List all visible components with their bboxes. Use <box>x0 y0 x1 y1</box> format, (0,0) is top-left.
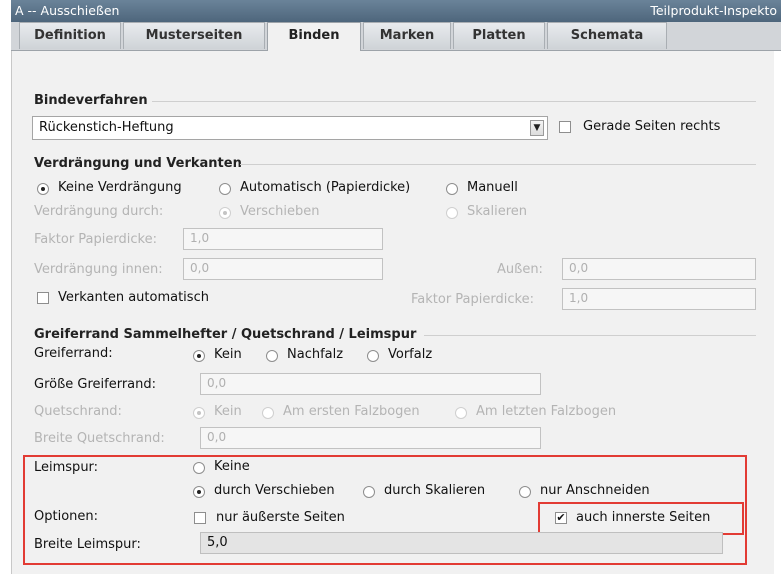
radio-nachfalz[interactable] <box>266 350 278 362</box>
radio-verschieben[interactable] <box>219 207 231 219</box>
greiferrand-label: Greiferrand: <box>34 346 113 361</box>
dropdown-arrow-icon[interactable]: ▼ <box>530 120 544 136</box>
leimspur-label: Leimspur: <box>34 460 99 475</box>
auch-innerste-seiten-checkbox[interactable]: ✔ <box>555 512 567 524</box>
radio-durch-verschieben[interactable] <box>193 486 205 498</box>
group-divider <box>240 164 756 165</box>
radio-leimspur-keine[interactable] <box>193 462 205 474</box>
radio-label: durch Skalieren <box>384 483 486 498</box>
verdraengung-innen-label: Verdrängung innen: <box>34 262 163 277</box>
radio-skalieren[interactable] <box>446 207 458 219</box>
tab-bar: Definition Musterseiten Binden Marken Pl… <box>11 22 781 51</box>
window-title-bar[interactable]: A -- Ausschießen Teilprodukt-Inspekto <box>11 0 781 22</box>
radio-label: Am letzten Falzbogen <box>476 404 617 419</box>
tab-binden[interactable]: Binden <box>267 22 361 51</box>
radio-label: Am ersten Falzbogen <box>283 404 420 419</box>
tab-musterseiten[interactable]: Musterseiten <box>123 22 265 49</box>
bindeverfahren-dropdown[interactable]: Rückenstich-Heftung ▼ <box>32 116 548 140</box>
radio-am-letzten-falzbogen[interactable] <box>455 407 467 419</box>
groesse-greiferrand-label: Größe Greiferrand: <box>34 377 157 392</box>
faktor-papierdicke-2-label: Faktor Papierdicke: <box>411 292 534 307</box>
radio-greiferrand-kein[interactable] <box>193 350 205 362</box>
optionen-label: Optionen: <box>34 509 99 524</box>
radio-label: Skalieren <box>467 204 528 219</box>
radio-automatisch[interactable] <box>219 183 231 195</box>
radio-label: Manuell <box>467 180 518 195</box>
radio-label: durch Verschieben <box>214 483 335 498</box>
radio-quetschrand-kein[interactable] <box>193 407 205 419</box>
tab-marken[interactable]: Marken <box>363 22 451 49</box>
groesse-greiferrand-input[interactable]: 0,0 <box>200 373 541 395</box>
faktor-papierdicke-input[interactable]: 1,0 <box>183 228 383 250</box>
radio-nur-anschneiden[interactable] <box>519 486 531 498</box>
tab-platten[interactable]: Platten <box>453 22 545 49</box>
radio-vorfalz[interactable] <box>367 350 379 362</box>
group-divider <box>424 335 756 336</box>
group-divider <box>152 101 756 102</box>
breite-leimspur-label: Breite Leimspur: <box>34 537 141 552</box>
verdraengung-durch-label: Verdrängung durch: <box>34 204 164 219</box>
radio-label: Kein <box>214 404 242 419</box>
radio-label: nur Anschneiden <box>540 483 650 498</box>
even-pages-right-checkbox[interactable] <box>559 121 571 133</box>
window-title: A -- Ausschießen <box>15 3 120 18</box>
radio-manuell[interactable] <box>446 183 458 195</box>
radio-label: Vorfalz <box>388 347 433 362</box>
breite-quetschrand-input[interactable]: 0,0 <box>200 427 541 449</box>
tab-schemata[interactable]: Schemata <box>547 22 667 49</box>
radio-label: Verschieben <box>240 204 320 219</box>
verkanten-label: Verkanten automatisch <box>58 290 209 305</box>
radio-durch-skalieren[interactable] <box>363 486 375 498</box>
auch-innerste-seiten-label: auch innerste Seiten <box>576 510 711 525</box>
radio-label: Keine Verdrängung <box>58 180 182 195</box>
aussen-label: Außen: <box>497 262 543 277</box>
bindeverfahren-value: Rückenstich-Heftung <box>39 120 174 135</box>
faktor-papierdicke-label: Faktor Papierdicke: <box>34 232 157 247</box>
group-title-verdraengung: Verdrängung und Verkanten <box>34 156 242 171</box>
quetschrand-label: Quetschrand: <box>34 404 122 419</box>
nur-aeusserste-seiten-checkbox[interactable] <box>194 512 206 524</box>
radio-label: Nachfalz <box>287 347 344 362</box>
verkanten-checkbox[interactable] <box>37 292 49 304</box>
radio-label: Automatisch (Papierdicke) <box>240 180 411 195</box>
panel-title: Teilprodukt-Inspekto <box>650 3 777 18</box>
aussen-input[interactable]: 0,0 <box>562 258 756 280</box>
even-pages-right-label: Gerade Seiten rechts <box>583 119 721 134</box>
radio-label: Kein <box>214 347 242 362</box>
radio-label: Keine <box>214 459 250 474</box>
radio-am-ersten-falzbogen[interactable] <box>262 407 274 419</box>
group-title-greiferrand: Greiferrand Sammelhefter / Quetschrand /… <box>34 327 417 342</box>
radio-keine-verdraengung[interactable] <box>37 183 49 195</box>
faktor-papierdicke-2-input[interactable]: 1,0 <box>562 288 756 310</box>
breite-quetschrand-label: Breite Quetschrand: <box>34 431 165 446</box>
nur-aeusserste-seiten-label: nur äußerste Seiten <box>216 510 345 525</box>
group-title-bindeverfahren: Bindeverfahren <box>34 93 148 108</box>
verdraengung-innen-input[interactable]: 0,0 <box>183 258 383 280</box>
tab-definition[interactable]: Definition <box>19 22 121 49</box>
breite-leimspur-input[interactable]: 5,0 <box>200 532 723 554</box>
